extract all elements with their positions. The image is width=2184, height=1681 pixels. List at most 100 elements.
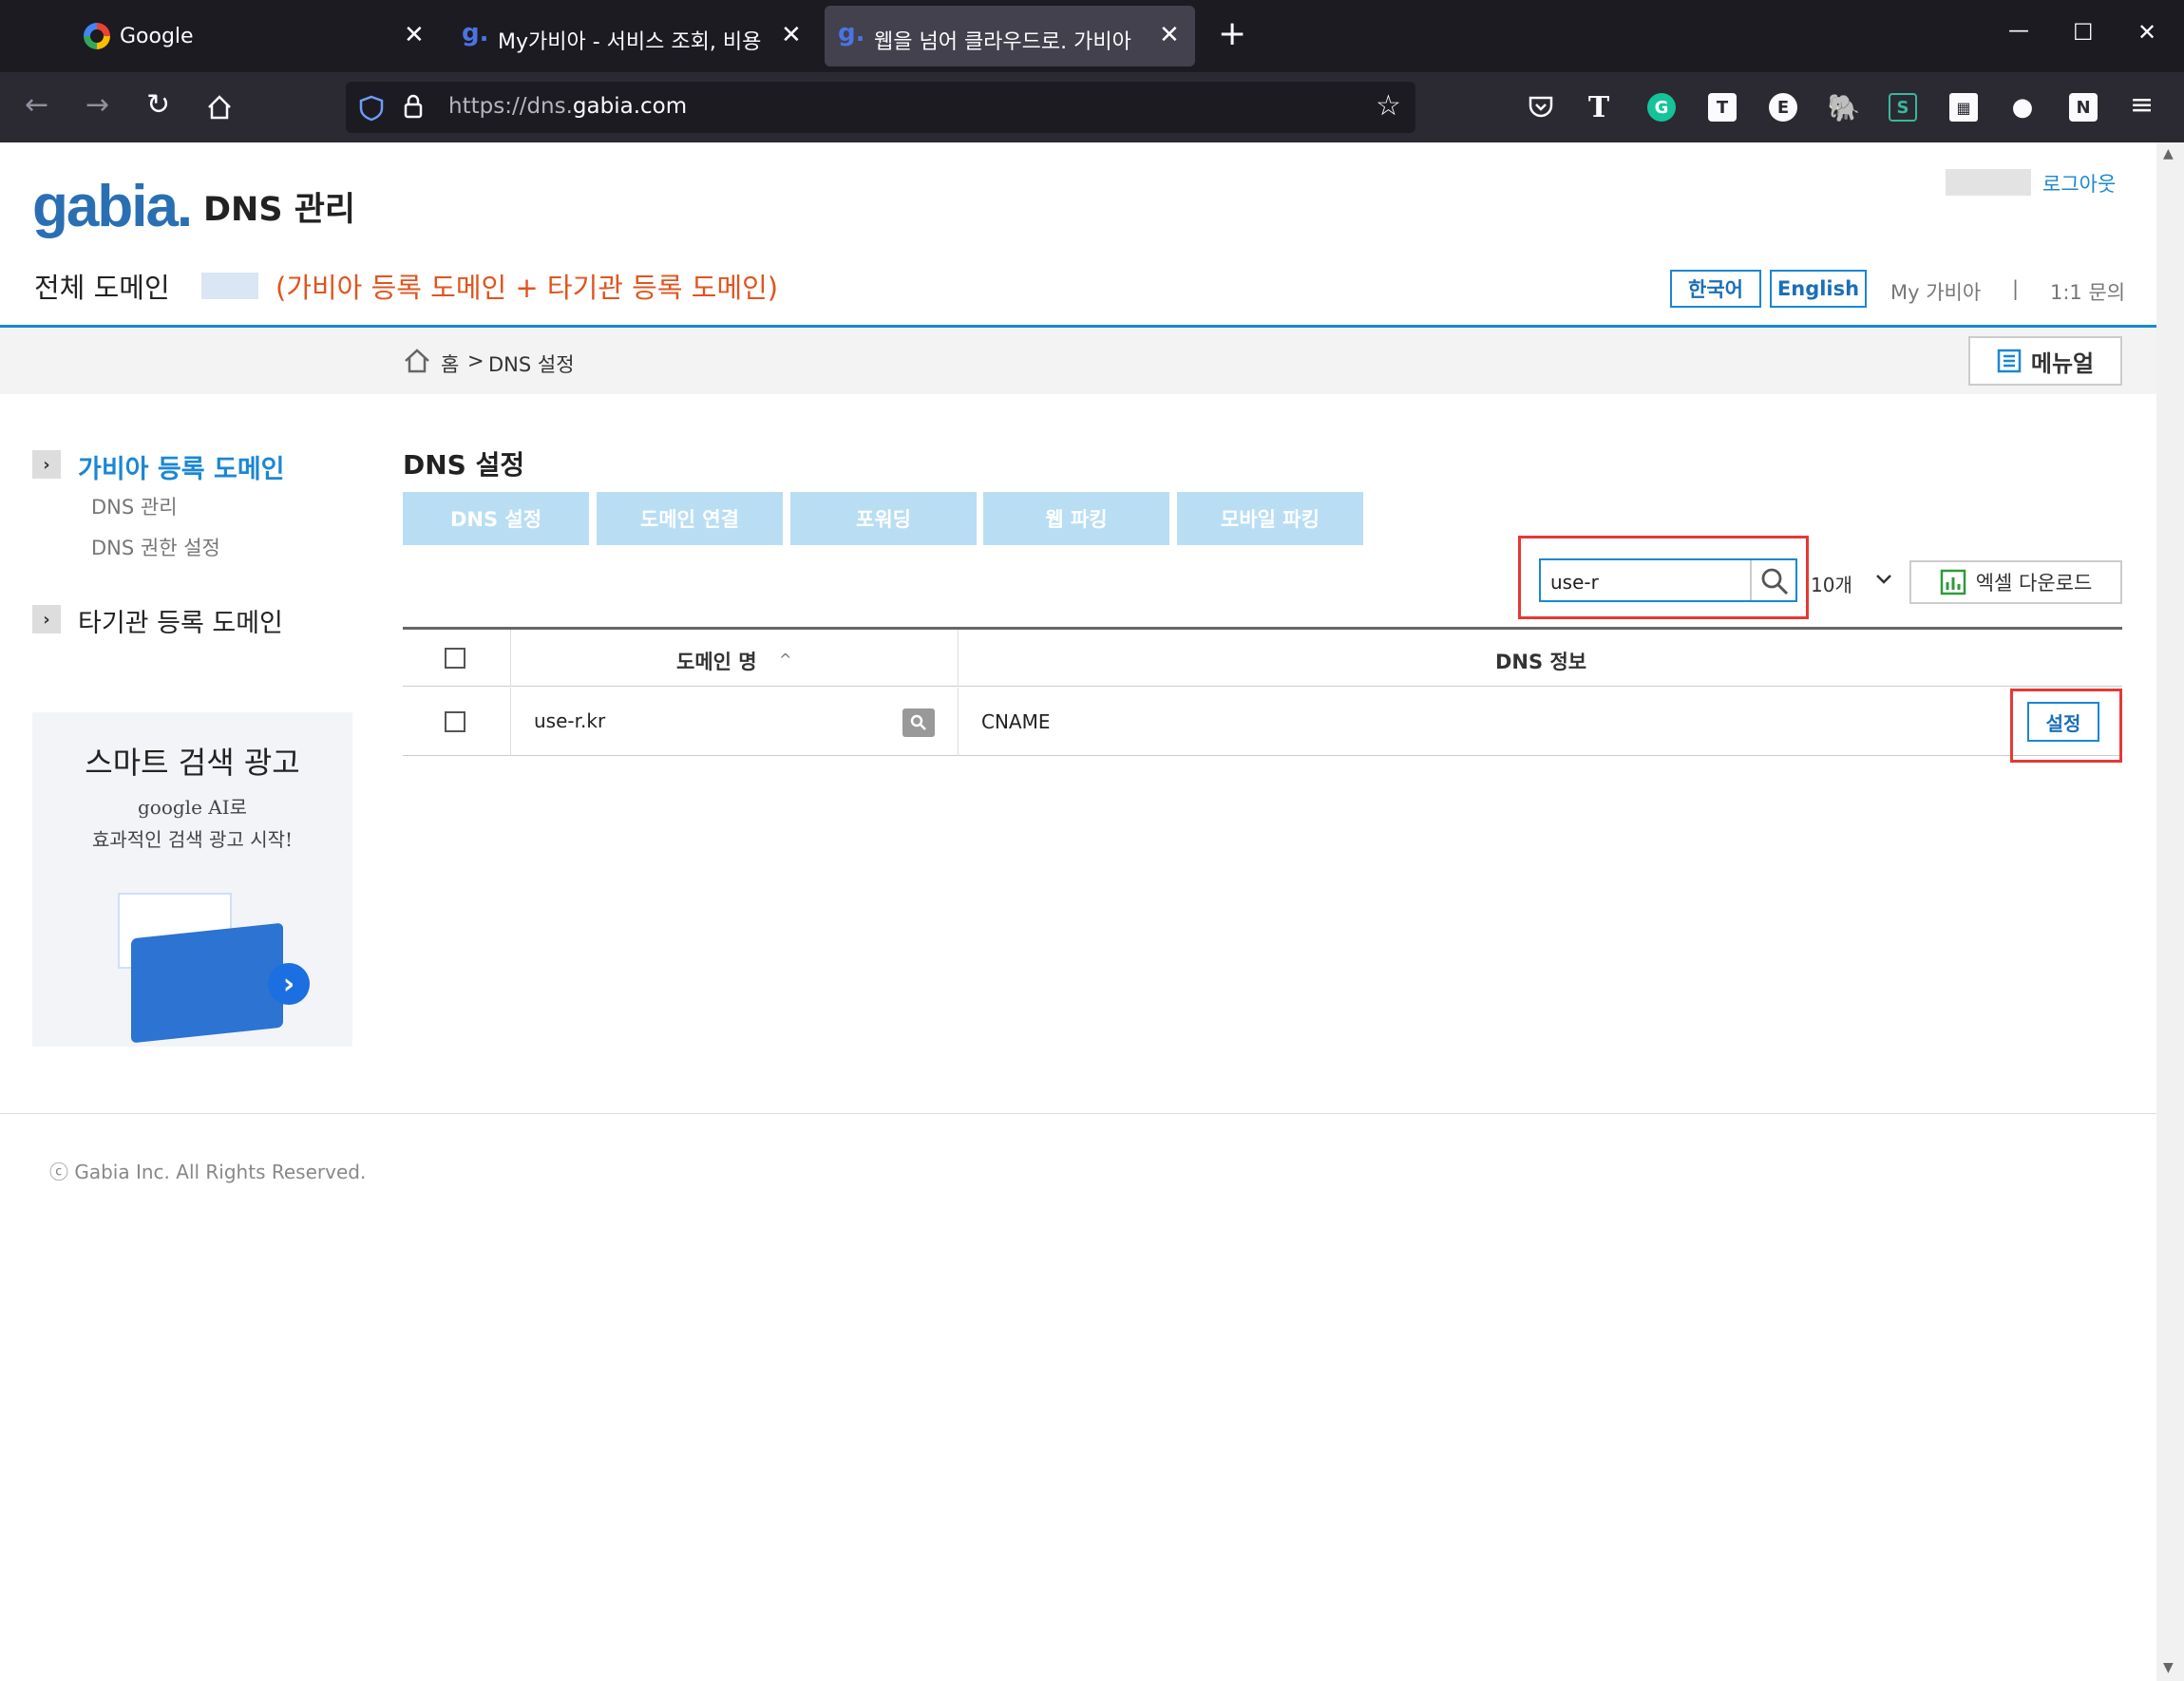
sidebar-item-dns-management[interactable]: DNS 관리	[91, 492, 178, 520]
browser-tab-google[interactable]: Google ✕	[66, 6, 437, 66]
scroll-down-icon[interactable]: ▼	[2163, 1660, 2174, 1675]
text-extension-icon[interactable]: T	[1585, 91, 1613, 124]
search-field[interactable]: use-r	[1539, 558, 1797, 602]
page-content: gabia. DNS 관리 로그아웃 전체 도메인 (가비아 등록 도메인 + …	[0, 142, 2156, 1681]
tab-dns-settings[interactable]: DNS 설정	[403, 492, 589, 545]
search-icon[interactable]	[1759, 566, 1790, 596]
pocket-icon[interactable]	[1528, 95, 1554, 120]
domain-count-note: (가비아 등록 도메인 + 타기관 등록 도메인)	[275, 272, 779, 304]
breadcrumb-separator: >	[467, 349, 484, 372]
tab-domain-connect[interactable]: 도메인 연결	[597, 492, 783, 545]
column-header-dns-info: DNS 정보	[1495, 651, 1587, 673]
sidebar-item-dns-permission[interactable]: DNS 권한 설정	[91, 533, 220, 561]
column-divider	[510, 688, 511, 756]
column-divider	[510, 630, 511, 687]
dns-setting-button[interactable]: 설정	[2027, 702, 2099, 742]
document-icon	[1997, 349, 2022, 373]
smart-search-ad-banner[interactable]: 스마트 검색 광고 google AI로 효과적인 검색 광고 시작! ›	[32, 712, 352, 1047]
domain-search-icon[interactable]	[902, 708, 935, 737]
shield-icon[interactable]	[359, 95, 384, 122]
home-icon[interactable]	[403, 347, 431, 375]
page-scrollbar[interactable]: ▲ ▼	[2156, 142, 2184, 1681]
user-name-blurred	[1946, 169, 2031, 196]
browser-nav-bar: ← → ↻ https://dns.gabia.com ☆ T G T E 🐘 …	[0, 72, 2184, 142]
row-dns-info: CNAME	[981, 710, 1051, 733]
tab-forwarding[interactable]: 포워딩	[790, 492, 977, 545]
search-divider	[1750, 560, 1752, 600]
reload-icon[interactable]: ↻	[146, 91, 170, 120]
close-tab-icon[interactable]: ✕	[781, 23, 802, 47]
excel-download-button[interactable]: 엑셀 다운로드	[1909, 560, 2122, 604]
manual-button[interactable]: 메뉴얼	[1968, 336, 2122, 386]
ad-line-2: 효과적인 검색 광고 시작!	[91, 828, 294, 851]
lock-icon[interactable]	[403, 93, 424, 120]
domain-count-label: 전체 도메인	[34, 272, 170, 304]
reader-extension-icon[interactable]: T	[1708, 93, 1737, 122]
chevron-down-icon	[1876, 575, 1891, 584]
close-tab-icon[interactable]: ✕	[1159, 23, 1180, 47]
row-checkbox[interactable]	[445, 711, 465, 732]
header-separator: |	[2012, 277, 2020, 300]
breadcrumb-strip: 홈 > DNS 설정 메뉴얼	[0, 328, 2156, 394]
gabia-logo[interactable]: gabia.	[32, 173, 193, 240]
url-bar[interactable]: https://dns.gabia.com ☆	[346, 82, 1415, 133]
search-input[interactable]: use-r	[1550, 571, 1599, 594]
grammarly-icon[interactable]: G	[1647, 93, 1676, 122]
new-tab-button[interactable]: +	[1218, 17, 1246, 51]
footer-divider	[0, 1113, 2156, 1114]
inquiry-link[interactable]: 1:1 문의	[2050, 277, 2125, 306]
close-window-button[interactable]: ✕	[2137, 19, 2156, 46]
table-row: use-r.kr CNAME	[403, 688, 2122, 756]
tab-title: 웹을 넘어 클라우드로. 가비아	[874, 30, 1131, 54]
main-title: DNS 설정	[403, 449, 525, 481]
back-icon[interactable]: ←	[25, 91, 48, 120]
extension-icon[interactable]: ●	[2008, 93, 2037, 122]
gabia-icon: g.	[462, 19, 489, 47]
logout-link[interactable]: 로그아웃	[2042, 169, 2116, 198]
bookmark-star-icon[interactable]: ☆	[1376, 89, 1401, 123]
grid-extension-icon[interactable]: ▦	[1949, 93, 1978, 122]
column-divider	[958, 630, 959, 687]
sort-ascending-icon[interactable]: ^	[779, 651, 791, 669]
language-korean-button[interactable]: 한국어	[1670, 270, 1761, 308]
close-tab-icon[interactable]: ✕	[404, 23, 425, 47]
ad-illustration-laptop	[131, 922, 283, 1044]
page-app-title: DNS 관리	[203, 191, 356, 229]
excel-download-label: 엑셀 다운로드	[1975, 572, 2093, 595]
language-english-button[interactable]: English	[1770, 270, 1867, 308]
s-extension-icon[interactable]: S	[1889, 93, 1917, 122]
manual-label: 메뉴얼	[2030, 349, 2095, 377]
column-header-domain[interactable]: 도메인 명	[676, 647, 757, 675]
scroll-up-icon[interactable]: ▲	[2163, 146, 2174, 161]
my-gabia-link[interactable]: My 가비아	[1890, 277, 1981, 306]
chevron-right-icon: ›	[32, 450, 61, 479]
tab-web-parking[interactable]: 웹 파킹	[983, 492, 1169, 545]
tab-mobile-parking[interactable]: 모바일 파킹	[1177, 492, 1363, 545]
minimize-button[interactable]: —	[2008, 19, 2029, 43]
browser-tab-my-gabia[interactable]: g. My가비아 - 서비스 조회, 비용 ✕	[446, 6, 817, 66]
tab-title: Google	[120, 25, 194, 48]
ad-arrow-icon[interactable]: ›	[268, 963, 310, 1005]
evernote-icon[interactable]: 🐘	[1828, 92, 1861, 123]
hamburger-menu-icon[interactable]: ≡	[2130, 91, 2154, 120]
select-all-checkbox[interactable]	[445, 648, 465, 669]
domain-count-blurred	[201, 273, 258, 299]
tab-title: My가비아 - 서비스 조회, 비용	[498, 30, 762, 54]
notion-icon[interactable]: N	[2069, 93, 2098, 122]
browser-tab-gabia-active[interactable]: g. 웹을 넘어 클라우드로. 가비아 ✕	[825, 6, 1195, 66]
breadcrumb-home[interactable]: 홈	[441, 349, 459, 378]
footer-copyright: ⓒ Gabia Inc. All Rights Reserved.	[49, 1161, 367, 1183]
gabia-icon: g.	[838, 19, 865, 47]
ad-title: 스마트 검색 광고	[85, 745, 300, 781]
google-icon	[84, 23, 110, 49]
sidebar-group-gabia-domains[interactable]: 가비아 등록 도메인	[78, 448, 285, 485]
forward-icon[interactable]: →	[85, 91, 109, 120]
e-extension-icon[interactable]: E	[1769, 93, 1797, 122]
page-size-select[interactable]: 10개	[1809, 560, 1900, 600]
browser-tab-bar: Google ✕ g. My가비아 - 서비스 조회, 비용 ✕ g. 웹을 넘…	[0, 0, 2184, 72]
home-icon[interactable]	[205, 93, 234, 122]
row-domain-name[interactable]: use-r.kr	[534, 709, 605, 732]
url-text[interactable]: https://dns.gabia.com	[448, 94, 687, 119]
maximize-button[interactable]: ☐	[2073, 19, 2094, 46]
sidebar-group-other-domains[interactable]: 타기관 등록 도메인	[78, 602, 283, 639]
